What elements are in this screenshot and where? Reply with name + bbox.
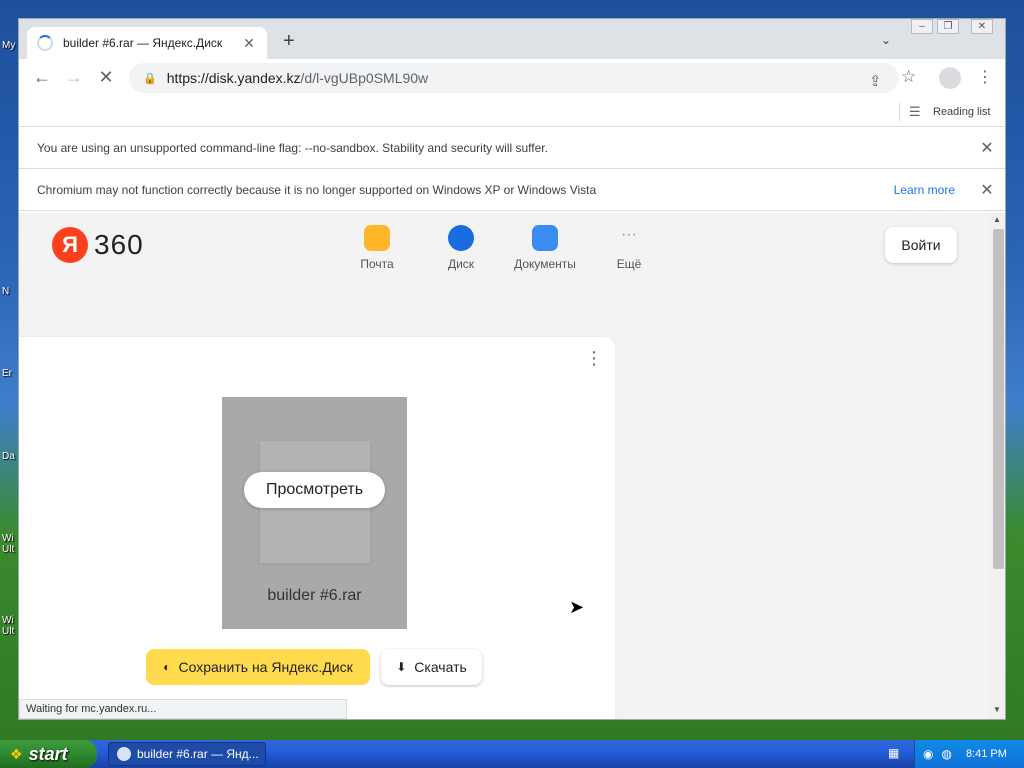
desktop-icon-label[interactable]: Da — [2, 451, 15, 462]
yandex-logo-icon: Я — [52, 227, 88, 263]
unsupported-os-infobar: Chromium may not function correctly beca… — [19, 169, 1005, 211]
page-scrollbar[interactable]: ▲ ▼ — [989, 213, 1005, 719]
bookmark-star-icon[interactable]: ☆ — [901, 67, 916, 87]
login-button[interactable]: Войти — [885, 227, 957, 263]
yandex-360-logo[interactable]: Я 360 — [52, 227, 144, 263]
documents-icon — [532, 225, 558, 251]
loading-spinner-icon — [37, 35, 53, 51]
share-icon[interactable]: ⇪ — [869, 72, 882, 90]
desktop-icon-label[interactable]: Wi Ult — [2, 615, 14, 637]
taskbar: ❖ start builder #6.rar — Янд... ▦ ◉ ◍ 8:… — [0, 740, 1024, 768]
divider — [899, 103, 900, 121]
bookmarks-bar: ☰ Reading list — [19, 97, 1005, 127]
service-mail[interactable]: Почта — [337, 225, 417, 271]
learn-more-link[interactable]: Learn more — [894, 183, 955, 197]
minimize-button[interactable]: – — [911, 19, 933, 34]
tab-search-chevron-icon[interactable]: ⌄ — [881, 33, 891, 47]
windows-flag-icon: ❖ — [10, 745, 23, 762]
page-content: Я 360 Почта Диск Документы ··· Ещё Войти — [19, 213, 989, 719]
desktop-icon-label[interactable]: Er — [2, 368, 12, 379]
chromium-icon — [117, 747, 131, 761]
new-tab-button[interactable]: + — [283, 31, 295, 51]
security-shield-icon[interactable]: ◉ — [923, 747, 933, 761]
reading-list-label[interactable]: Reading list — [933, 106, 990, 118]
start-label: start — [28, 743, 68, 764]
sandbox-warning-infobar: You are using an unsupported command-lin… — [19, 127, 1005, 169]
tab-title: builder #6.rar — Яндекс.Диск — [63, 36, 223, 50]
close-window-button[interactable]: ✕ — [971, 19, 993, 34]
lock-icon[interactable]: 🔒 — [143, 72, 157, 85]
volume-icon[interactable]: ◍ — [941, 747, 951, 761]
mouse-cursor-icon: ➤ — [569, 597, 585, 617]
download-button-label: Скачать — [414, 659, 467, 675]
mail-icon — [364, 225, 390, 251]
back-icon[interactable]: ← — [31, 67, 53, 87]
start-button[interactable]: ❖ start — [0, 740, 97, 768]
desktop-icon-label[interactable]: Wi Ult — [2, 533, 14, 555]
scroll-thumb[interactable] — [993, 229, 1004, 569]
taskbar-item-browser[interactable]: builder #6.rar — Янд... — [108, 742, 266, 766]
toolbar: ← → ✕ 🔒 https://disk.yandex.kz/d/l-vgUBp… — [19, 59, 1005, 97]
service-more[interactable]: ··· Ещё — [589, 225, 669, 271]
stop-icon[interactable]: ✕ — [95, 67, 117, 87]
keyboard-icon[interactable]: ▦ — [888, 746, 899, 760]
system-tray: ◉ ◍ 8:41 PM — [914, 740, 1024, 768]
forward-icon[interactable]: → — [63, 67, 85, 87]
tab-strip: builder #6.rar — Яндекс.Диск ✕ + ⌄ – ❐ ✕ — [19, 19, 1005, 59]
service-label: Документы — [514, 257, 576, 271]
url-host: https://disk.yandex.kz — [166, 70, 301, 86]
disk-icon — [448, 225, 474, 251]
file-card: ⋮ Просмотреть builder #6.rar ◐ Сохранить… — [19, 337, 615, 719]
address-bar[interactable]: 🔒 https://disk.yandex.kz/d/l-vgUBp0SML90… — [129, 63, 899, 93]
file-name: builder #6.rar — [267, 587, 362, 604]
profile-avatar-icon[interactable] — [939, 67, 961, 89]
infobar-text: Chromium may not function correctly beca… — [37, 182, 597, 197]
desktop-icon-label[interactable]: N — [2, 286, 9, 297]
scroll-down-icon[interactable]: ▼ — [993, 705, 1001, 714]
service-label: Почта — [360, 257, 394, 271]
desktop-icon-label[interactable]: My — [2, 40, 15, 51]
reading-list-icon[interactable]: ☰ — [909, 104, 921, 120]
disk-icon: ◐ — [163, 660, 171, 674]
restore-button[interactable]: ❐ — [937, 19, 959, 34]
page-header: Я 360 Почта Диск Документы ··· Ещё Войти — [19, 213, 989, 331]
service-documents[interactable]: Документы — [505, 225, 585, 271]
status-bubble: Waiting for mc.yandex.ru... — [19, 699, 347, 719]
file-preview[interactable]: Просмотреть builder #6.rar — [222, 397, 407, 629]
taskbar-item-label: builder #6.rar — Янд... — [137, 747, 259, 761]
service-disk[interactable]: Диск — [421, 225, 501, 271]
scroll-up-icon[interactable]: ▲ — [993, 215, 1001, 224]
download-button[interactable]: ⬇ Скачать — [381, 649, 482, 685]
close-icon[interactable]: ✕ — [975, 180, 999, 200]
more-dots-icon: ··· — [621, 226, 637, 243]
close-icon[interactable]: ✕ — [975, 138, 999, 158]
browser-tab[interactable]: builder #6.rar — Яндекс.Диск ✕ — [27, 27, 267, 59]
tab-close-icon[interactable]: ✕ — [241, 35, 257, 52]
url-path: /d/l-vgUBp0SML90w — [300, 70, 429, 86]
logo-text: 360 — [94, 229, 144, 260]
browser-menu-icon[interactable]: ⋮ — [977, 67, 993, 87]
save-to-disk-button[interactable]: ◐ Сохранить на Яндекс.Диск — [146, 649, 370, 685]
service-label: Ещё — [616, 257, 642, 271]
view-button[interactable]: Просмотреть — [244, 472, 385, 508]
save-button-label: Сохранить на Яндекс.Диск — [178, 659, 353, 675]
service-label: Диск — [447, 257, 475, 271]
browser-window: builder #6.rar — Яндекс.Диск ✕ + ⌄ – ❐ ✕… — [18, 18, 1006, 720]
infobar-text: You are using an unsupported command-lin… — [37, 140, 548, 155]
clock[interactable]: 8:41 PM — [966, 748, 1007, 760]
more-options-icon[interactable]: ⋮ — [585, 349, 603, 367]
download-icon: ⬇ — [396, 660, 407, 674]
